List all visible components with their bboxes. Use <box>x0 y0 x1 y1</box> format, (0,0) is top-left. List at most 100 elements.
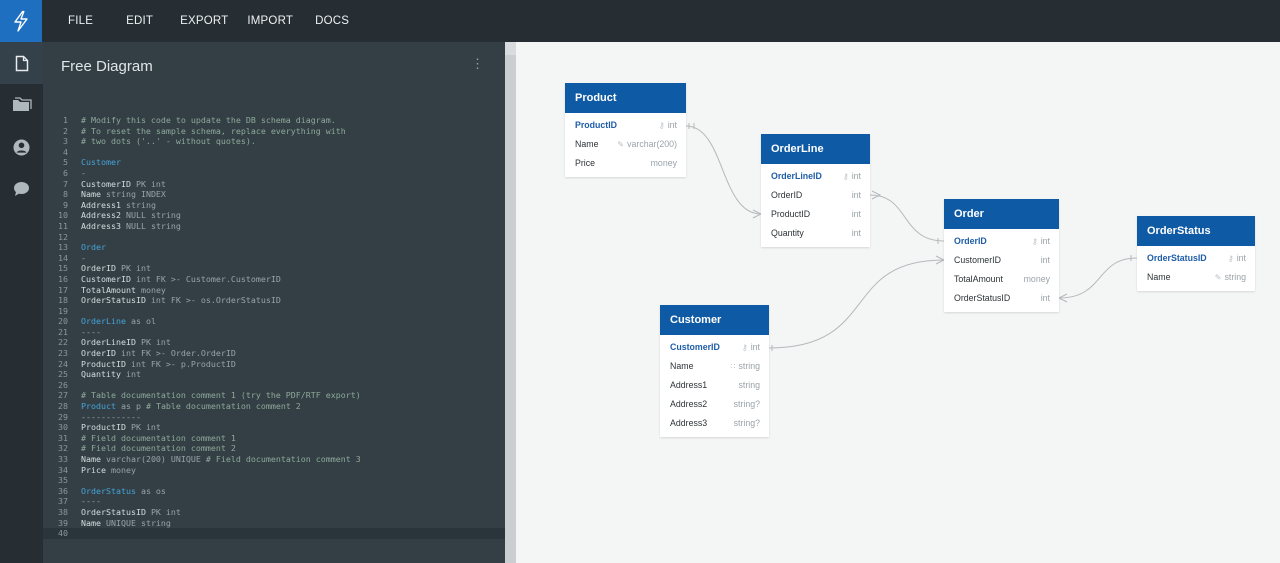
code-line[interactable]: 18 OrderStatusID int FK >- os.OrderStatus… <box>43 295 505 306</box>
line-text: # Field documentation comment 2 <box>81 443 236 454</box>
menu-export[interactable]: EXPORT <box>180 15 228 27</box>
code-line[interactable]: 12 <box>43 232 505 243</box>
code-line[interactable]: 14 - <box>43 253 505 264</box>
entity-field[interactable]: OrderStatusID ⚷ int <box>1137 249 1255 268</box>
code-line[interactable]: 21 ---- <box>43 327 505 338</box>
entity-order[interactable]: Order OrderID ⚷ int CustomerID int TotalAmoun… <box>944 199 1059 312</box>
entity-field[interactable]: CustomerID int <box>944 251 1059 270</box>
entity-field[interactable]: ProductID int <box>761 205 870 224</box>
code-line[interactable]: 23 OrderID int FK >- Order.OrderID <box>43 348 505 359</box>
code-line[interactable]: 34 Price money <box>43 465 505 476</box>
code-line[interactable]: 26 <box>43 380 505 391</box>
code-line[interactable]: 33 Name varchar(200) UNIQUE # Field docum… <box>43 454 505 465</box>
code-line[interactable]: 29 ------------ <box>43 412 505 423</box>
code-line[interactable]: 22 OrderLineID PK int <box>43 337 505 348</box>
entity-field[interactable]: ProductID ⚷ int <box>565 116 686 135</box>
entity-field[interactable]: Address1 string <box>660 376 769 395</box>
menu-edit[interactable]: EDIT <box>126 15 153 27</box>
line-text: Address1 string <box>81 200 156 211</box>
entity-field[interactable]: CustomerID ⚷ int <box>660 338 769 357</box>
field-type-value: int <box>851 228 861 238</box>
menu-docs[interactable]: DOCS <box>315 15 349 27</box>
entity-field[interactable]: Name ∷ string <box>660 357 769 376</box>
code-line[interactable]: 40 <box>43 528 505 539</box>
line-number: 18 <box>58 295 68 306</box>
code-line[interactable]: 6- <box>43 168 505 179</box>
entity-orderline[interactable]: OrderLine OrderLineID ⚷ int OrderID int Produ… <box>761 134 870 247</box>
line-number: 5 <box>63 157 68 168</box>
line-number: 32 <box>58 443 68 454</box>
sidebar-folder-button[interactable] <box>0 84 43 126</box>
field-type: string <box>738 376 760 395</box>
line-number: 2 <box>63 125 68 136</box>
sidebar-document-button[interactable] <box>0 42 43 84</box>
code-line[interactable]: 9 Address1 string <box>43 200 505 211</box>
code-line[interactable]: 28 Product as p # Table documentation com… <box>43 401 505 412</box>
sidebar-chat-button[interactable] <box>0 168 43 210</box>
line-number: 17 <box>58 284 68 295</box>
code-token: # Table documentation comment 2 <box>145 401 301 412</box>
entity-field[interactable]: Name ✎ string <box>1137 268 1255 287</box>
code-line[interactable]: 35 <box>43 475 505 486</box>
code-token: money <box>140 284 166 295</box>
splitter-handle[interactable] <box>505 55 516 563</box>
more-options-icon[interactable]: ⋮ <box>471 56 484 72</box>
entity-field[interactable]: Quantity int <box>761 224 870 243</box>
line-text: Quantity int <box>81 369 141 380</box>
code-line[interactable]: 1 # Modify this code to update the DB sch… <box>43 115 505 126</box>
field-type-value: int <box>851 209 861 219</box>
code-line[interactable]: 10 Address2 NULL string <box>43 210 505 221</box>
code-line[interactable]: 5 Customer <box>43 157 505 168</box>
code-line[interactable]: 37 ---- <box>43 496 505 507</box>
code-line[interactable]: 17 TotalAmount money <box>43 285 505 296</box>
code-editor[interactable]: 1 # Modify this code to update the DB sch… <box>43 115 505 539</box>
code-line[interactable]: 24 ProductID int FK >- p.ProductID <box>43 359 505 370</box>
code-token: Address1 <box>81 199 126 210</box>
code-line[interactable]: 13 Order <box>43 242 505 253</box>
code-line[interactable]: 7 CustomerID PK int <box>43 179 505 190</box>
entity-field[interactable]: OrderID int <box>761 186 870 205</box>
code-line[interactable]: 30 ProductID PK int <box>43 422 505 433</box>
diagram-title[interactable]: Free Diagram <box>61 58 153 75</box>
code-line[interactable]: 16 CustomerID int FK >- Customer.Customer… <box>43 274 505 285</box>
entity-customer[interactable]: Customer CustomerID ⚷ int Name ∷ string Addres… <box>660 305 769 437</box>
entity-title: Customer <box>660 305 769 335</box>
code-token: Name <box>81 189 106 200</box>
code-line[interactable]: 19 <box>43 306 505 317</box>
code-line[interactable]: 38 OrderStatusID PK int <box>43 507 505 518</box>
entity-product[interactable]: Product ProductID ⚷ int Name ✎ varchar(200) Pr… <box>565 83 686 177</box>
entity-field[interactable]: OrderID ⚷ int <box>944 232 1059 251</box>
code-line[interactable]: 11 Address3 NULL string <box>43 221 505 232</box>
code-line[interactable]: 20 OrderLine as ol <box>43 316 505 327</box>
entity-field[interactable]: Address2 string? <box>660 395 769 414</box>
field-type: money <box>651 154 677 173</box>
line-text: OrderID int FK >- Order.OrderID <box>81 348 236 359</box>
sidebar-account-button[interactable] <box>0 126 43 168</box>
code-line[interactable]: 39 Name UNIQUE string <box>43 518 505 529</box>
code-line[interactable]: 32 # Field documentation comment 2 <box>43 443 505 454</box>
code-line[interactable]: 3 # two dots ('..' - without quotes). <box>43 136 505 147</box>
code-token: CustomerID <box>81 178 136 189</box>
entity-orderstatus[interactable]: OrderStatus OrderStatusID ⚷ int Name ✎ string <box>1137 216 1255 291</box>
entity-field[interactable]: TotalAmount money <box>944 270 1059 289</box>
code-line[interactable]: 25 Quantity int <box>43 369 505 380</box>
entity-field[interactable]: Name ✎ varchar(200) <box>565 135 686 154</box>
code-line[interactable]: 36 OrderStatus as os <box>43 486 505 497</box>
menu-import[interactable]: IMPORT <box>247 15 293 27</box>
entity-field[interactable]: OrderLineID ⚷ int <box>761 167 870 186</box>
code-line[interactable]: 31 # Field documentation comment 1 <box>43 433 505 444</box>
menu-file[interactable]: FILE <box>68 15 93 27</box>
field-name: Address1 <box>670 380 708 390</box>
line-text: ProductID PK int <box>81 422 161 433</box>
code-line[interactable]: 4 <box>43 147 505 158</box>
entity-field[interactable]: Address3 string? <box>660 414 769 433</box>
entity-field[interactable]: OrderStatusID int <box>944 289 1059 308</box>
entity-field[interactable]: Price money <box>565 154 686 173</box>
code-line[interactable]: 2 # To reset the sample schema, replace e… <box>43 126 505 137</box>
code-line[interactable]: 8 Name string INDEX <box>43 189 505 200</box>
code-line[interactable]: 27 # Table documentation comment 1 (try t… <box>43 390 505 401</box>
logo[interactable] <box>0 0 42 42</box>
field-type-value: int <box>1040 293 1050 303</box>
line-text: OrderStatusID int FK >- os.OrderStatusID <box>81 295 281 306</box>
code-line[interactable]: 15 OrderID PK int <box>43 263 505 274</box>
